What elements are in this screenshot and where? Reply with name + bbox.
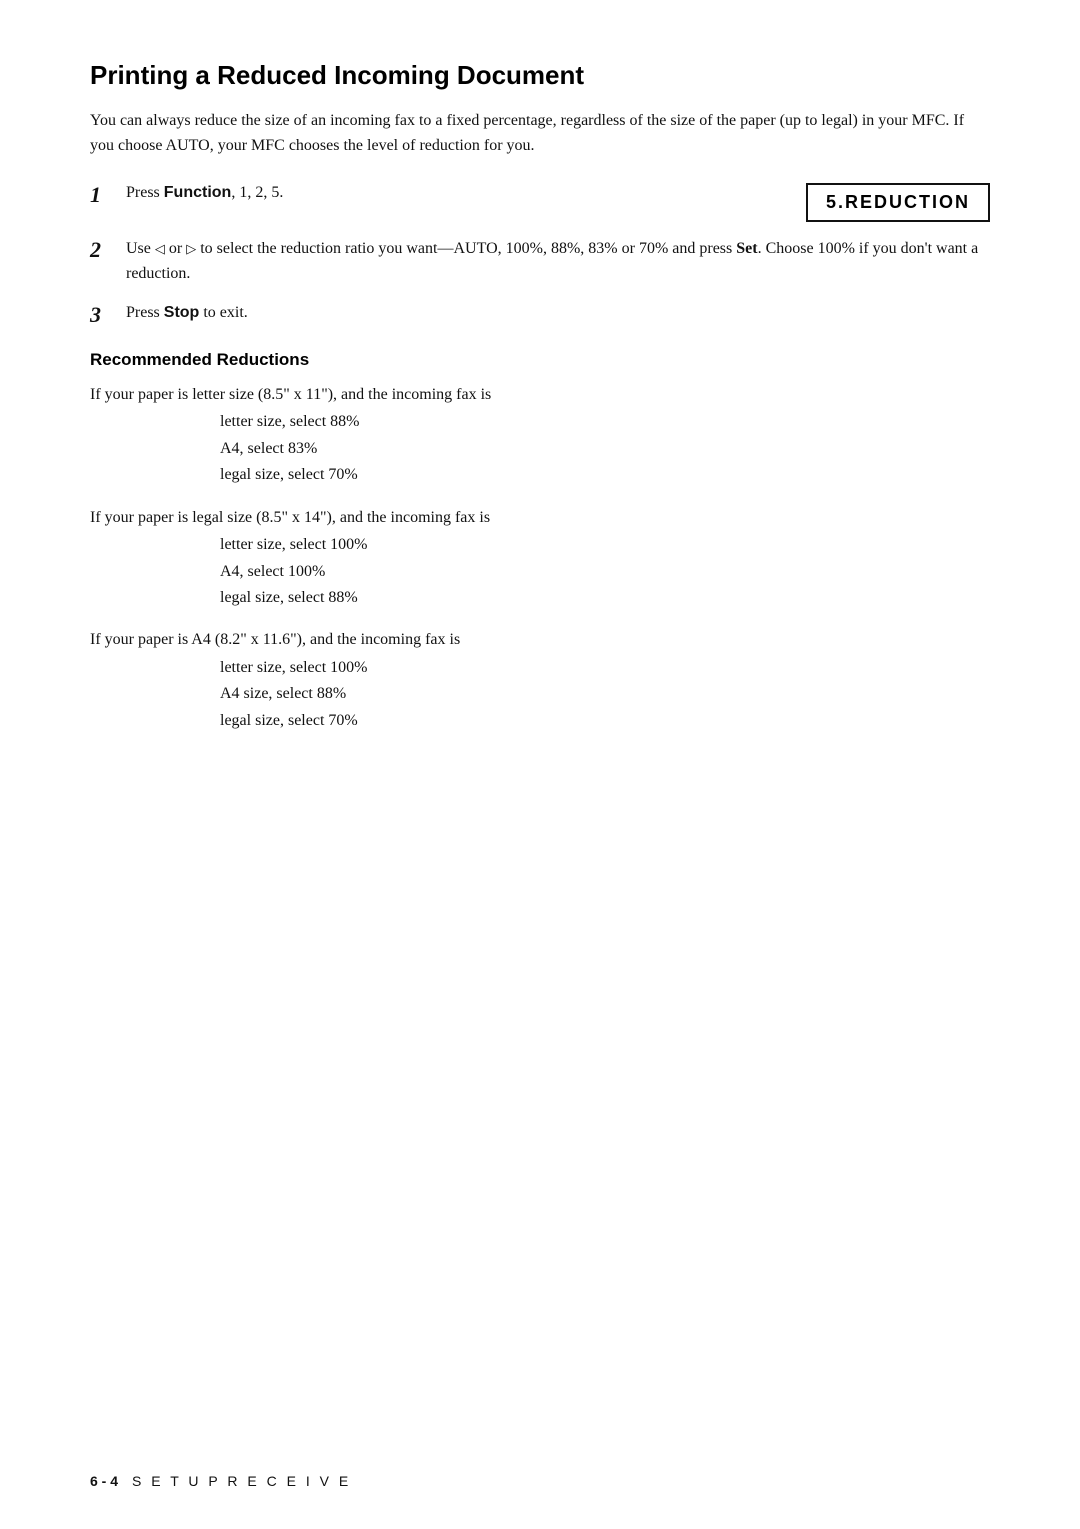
step-1-after: , 1, 2, 5.	[231, 184, 283, 201]
list-item: A4, select 83%	[220, 436, 990, 462]
list-item: legal size, select 70%	[220, 708, 990, 734]
list-item: letter size, select 88%	[220, 409, 990, 435]
rec-group-3-list: letter size, select 100% A4 size, select…	[90, 655, 990, 734]
arrow-right-icon: ▷	[186, 239, 196, 260]
list-item: letter size, select 100%	[220, 532, 990, 558]
lcd-display: 5.REDUCTION	[806, 183, 990, 222]
rec-group-2-list: letter size, select 100% A4, select 100%…	[90, 532, 990, 611]
intro-paragraph: You can always reduce the size of an inc…	[90, 109, 990, 159]
step-1-left: 1 Press Function, 1, 2, 5.	[90, 181, 510, 208]
step-1-row: 1 Press Function, 1, 2, 5. 5.REDUCTION	[90, 181, 990, 222]
rec-group-2: If your paper is legal size (8.5" x 14")…	[90, 505, 990, 612]
list-item: A4, select 100%	[220, 559, 990, 585]
page-title: Printing a Reduced Incoming Document	[90, 60, 990, 91]
step-1-bold: Function	[164, 184, 232, 201]
step-2-set-bold: Set	[736, 240, 757, 257]
footer-page-number: 6 - 4	[90, 1473, 118, 1489]
step-3-stop-bold: Stop	[164, 304, 200, 321]
rec-group-1: If your paper is letter size (8.5" x 11"…	[90, 382, 990, 489]
page: Printing a Reduced Incoming Document You…	[0, 0, 1080, 1529]
rec-group-3: If your paper is A4 (8.2" x 11.6"), and …	[90, 627, 990, 734]
list-item: A4 size, select 88%	[220, 681, 990, 707]
step-1-content: Press Function, 1, 2, 5.	[126, 181, 510, 206]
step-3-row: 3 Press Stop to exit.	[90, 301, 990, 328]
step-3-content: Press Stop to exit.	[126, 301, 990, 326]
step-1-right: 5.REDUCTION	[510, 181, 990, 222]
recommended-section: Recommended Reductions If your paper is …	[90, 350, 990, 734]
step-1-number: 1	[90, 182, 126, 208]
rec-group-3-intro: If your paper is A4 (8.2" x 11.6"), and …	[90, 627, 990, 653]
list-item: legal size, select 70%	[220, 462, 990, 488]
step-2-number: 2	[90, 237, 126, 263]
footer: 6 - 4 S E T U P R E C E I V E	[90, 1473, 990, 1489]
step-2-row: 2 Use ◁ or ▷ to select the reduction rat…	[90, 236, 990, 287]
rec-group-1-list: letter size, select 88% A4, select 83% l…	[90, 409, 990, 488]
list-item: legal size, select 88%	[220, 585, 990, 611]
step-2-content: Use ◁ or ▷ to select the reduction ratio…	[126, 236, 990, 287]
arrow-left-icon: ◁	[155, 239, 165, 260]
footer-section-label: S E T U P R E C E I V E	[132, 1473, 351, 1489]
rec-group-1-intro: If your paper is letter size (8.5" x 11"…	[90, 382, 990, 408]
recommended-title: Recommended Reductions	[90, 350, 990, 370]
rec-group-2-intro: If your paper is legal size (8.5" x 14")…	[90, 505, 990, 531]
list-item: letter size, select 100%	[220, 655, 990, 681]
step-3-number: 3	[90, 302, 126, 328]
